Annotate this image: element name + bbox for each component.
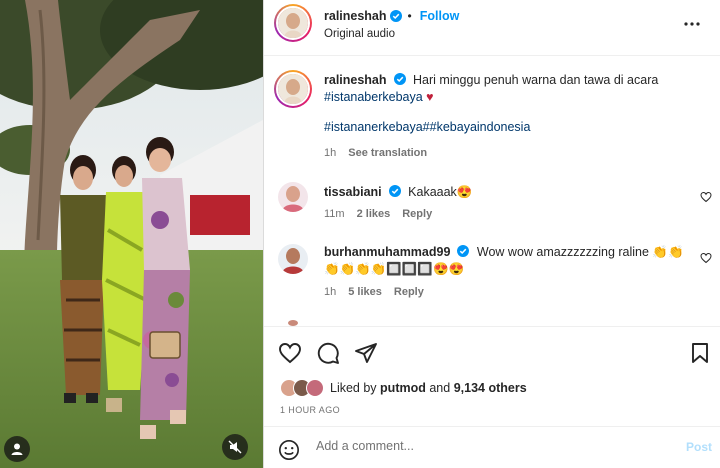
see-translation-button[interactable]: See translation <box>348 147 427 159</box>
comment-time[interactable]: 1h <box>324 286 336 298</box>
comment-meta: 1h 5 likes Reply <box>324 286 424 298</box>
comment-body: burhanmuhammad99 Wow wow amazzzzzzing ra… <box>324 244 684 278</box>
mute-button[interactable] <box>222 434 248 460</box>
post-photo <box>0 0 263 468</box>
author-avatar-image <box>278 8 308 38</box>
comment-text-continued: 👏👏👏👏🔲🔲🔲😍😍 <box>324 262 465 276</box>
comment-text: Kakaaak😍 <box>408 185 473 199</box>
caption-username[interactable]: ralineshah <box>324 73 387 87</box>
add-comment-bar: Post <box>264 426 720 468</box>
caption-meta: 1h See translation <box>324 147 427 159</box>
commenter-username[interactable]: burhanmuhammad99 <box>324 245 450 259</box>
liker-avatar <box>306 379 324 397</box>
post-sidebar: ralineshah • Follow Original audio ralin… <box>264 0 720 468</box>
post-header: ralineshah • Follow Original audio <box>264 0 720 56</box>
likes-and: and <box>429 381 451 395</box>
audio-label[interactable]: Original audio <box>324 28 395 40</box>
caption-body: ralineshah Hari minggu penuh warna dan t… <box>324 72 684 136</box>
caption-avatar[interactable] <box>274 70 312 108</box>
verified-icon <box>393 73 406 85</box>
verified-icon <box>389 10 402 22</box>
likes-summary: Liked by putmod and 9,134 others <box>280 379 527 397</box>
caption-avatar-image <box>278 74 308 104</box>
comments-list: ralineshah Hari minggu penuh warna dan t… <box>264 56 720 326</box>
heart-icon[interactable] <box>278 341 302 365</box>
liker-username[interactable]: putmod <box>380 381 426 395</box>
comment-meta: 11m 2 likes Reply <box>324 208 432 220</box>
likes-prefix: Liked by <box>330 381 377 395</box>
verified-icon <box>388 185 401 197</box>
dot-separator: • <box>407 9 412 23</box>
comment-text: Wow wow amazzzzzzing raline 👏👏 <box>476 245 684 259</box>
likes-text[interactable]: Liked by putmod and 9,134 others <box>330 381 527 395</box>
comment-likes[interactable]: 5 likes <box>348 286 382 298</box>
commenter-username[interactable]: tissabiani <box>324 185 382 199</box>
post-media[interactable] <box>0 0 263 468</box>
user-tag-button[interactable] <box>4 436 30 462</box>
caption-hashtags[interactable]: #istananerkebaya##kebayaindonesia <box>324 120 530 134</box>
comment-item: burhanmuhammad99 Wow wow amazzzzzzing ra… <box>264 242 720 312</box>
commenter-avatar-image <box>278 244 308 274</box>
likes-others[interactable]: 9,134 others <box>454 381 527 395</box>
caption-hashtag[interactable]: #istanaberkebaya <box>324 90 423 104</box>
bookmark-icon[interactable] <box>688 341 712 365</box>
more-icon[interactable] <box>682 14 702 34</box>
emoji-icon[interactable] <box>278 439 300 461</box>
share-icon[interactable] <box>354 341 378 365</box>
comment-heart-icon[interactable] <box>700 191 712 203</box>
caption-time[interactable]: 1h <box>324 147 336 159</box>
reply-button[interactable]: Reply <box>394 286 424 298</box>
comment-heart-icon[interactable] <box>700 252 712 264</box>
caption: ralineshah Hari minggu penuh warna dan t… <box>264 68 720 168</box>
reply-button[interactable]: Reply <box>402 208 432 220</box>
verified-icon <box>457 245 470 257</box>
user-tag-icon <box>11 443 23 455</box>
post-comment-button[interactable]: Post <box>686 440 712 454</box>
comment-icon[interactable] <box>316 341 340 365</box>
commenter-avatar-image <box>278 182 308 212</box>
follow-button[interactable]: Follow <box>420 9 460 23</box>
caption-text: Hari minggu penuh warna dan tawa di acar… <box>413 73 659 87</box>
comment-input[interactable] <box>316 439 656 453</box>
heart-emoji: ♥ <box>426 90 434 104</box>
author-username[interactable]: ralineshah <box>324 9 387 23</box>
commenter-avatar[interactable] <box>278 244 308 274</box>
comment-body: tissabiani Kakaaak😍 <box>324 184 684 201</box>
author-avatar[interactable] <box>274 4 312 42</box>
commenter-avatar[interactable] <box>278 182 308 212</box>
liker-avatars <box>280 379 324 397</box>
comment-time[interactable]: 11m <box>324 208 345 220</box>
comment-likes[interactable]: 2 likes <box>357 208 391 220</box>
mute-icon <box>228 440 242 454</box>
comment-item: tissabiani Kakaaak😍 11m 2 likes Reply <box>264 180 720 230</box>
post-timestamp[interactable]: 1 HOUR AGO <box>280 405 340 415</box>
